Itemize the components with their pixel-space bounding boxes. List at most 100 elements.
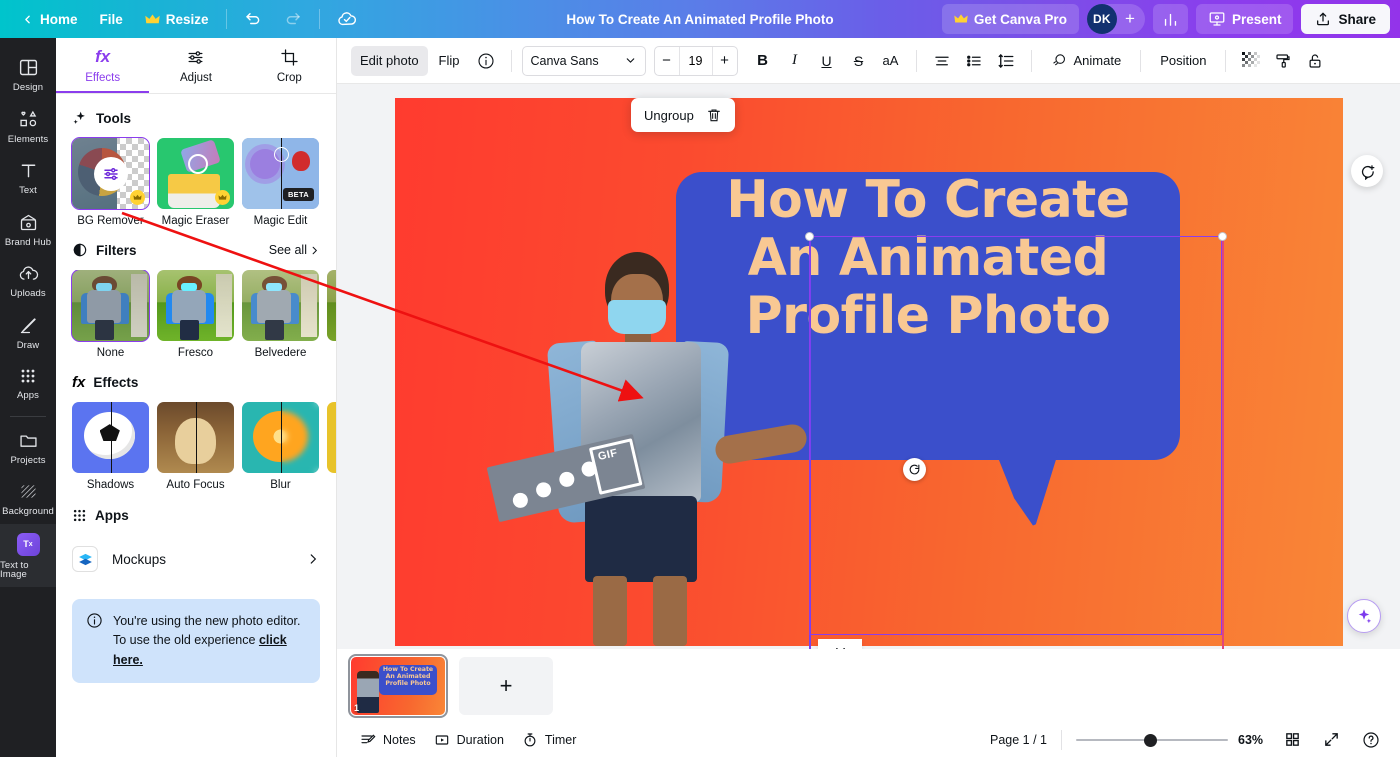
tab-effects[interactable]: fx Effects — [56, 38, 150, 93]
filter-next-partial[interactable] — [327, 270, 336, 359]
redo-button[interactable] — [273, 5, 313, 33]
font-size-input[interactable]: 19 — [678, 46, 713, 75]
font-size-increase-button[interactable]: + — [713, 47, 737, 75]
info-button[interactable] — [471, 46, 501, 76]
animate-button[interactable]: Animate — [1042, 46, 1131, 76]
fullscreen-button[interactable] — [1317, 726, 1346, 754]
add-collaborator-button[interactable]: + — [1117, 4, 1143, 34]
sidebar-item-text-to-image[interactable]: Tx Text to Image — [0, 523, 56, 587]
add-page-button[interactable]: + — [459, 656, 553, 715]
present-button[interactable]: Present — [1195, 4, 1294, 34]
effect-thumbnail[interactable] — [242, 402, 319, 473]
preview-pillar — [300, 274, 318, 337]
tool-thumbnail[interactable] — [157, 138, 234, 209]
sidebar-item-draw[interactable]: Draw — [0, 306, 56, 358]
share-button[interactable]: Share — [1301, 4, 1390, 34]
notes-button[interactable]: Notes — [351, 726, 425, 754]
font-size-decrease-button[interactable]: − — [655, 47, 679, 75]
ungroup-toolbar[interactable]: Ungroup — [631, 98, 735, 132]
bold-button[interactable]: B — [748, 46, 778, 76]
zoom-slider[interactable] — [1076, 732, 1228, 748]
duration-button[interactable]: Duration — [425, 726, 513, 754]
filter-none[interactable]: None — [71, 270, 150, 359]
tool-magic-eraser[interactable]: Magic Eraser — [157, 138, 234, 227]
undo-button[interactable] — [233, 5, 273, 33]
sidebar-item-apps[interactable]: Apps — [0, 357, 56, 408]
tab-adjust[interactable]: Adjust — [149, 38, 242, 93]
underline-button[interactable]: U — [812, 46, 842, 76]
rotate-handle-inline[interactable] — [903, 458, 926, 481]
timer-button[interactable]: Timer — [513, 726, 585, 754]
effect-thumbnail[interactable] — [327, 402, 336, 473]
selection-handle-top-left[interactable] — [805, 232, 814, 241]
effect-blur[interactable]: Blur — [242, 402, 319, 491]
tab-crop[interactable]: Crop — [243, 38, 336, 93]
insights-button[interactable] — [1152, 4, 1188, 34]
filter-thumbnail[interactable] — [71, 270, 150, 342]
sidebar-item-brand-hub[interactable]: Brand Hub — [0, 203, 56, 255]
design-canvas[interactable]: GIF How To Create An Animated Profile Ph… — [395, 98, 1343, 646]
sidebar-item-background[interactable]: Background — [0, 472, 56, 524]
line-spacing-button[interactable] — [991, 46, 1021, 76]
sidebar-item-elements[interactable]: Elements — [0, 100, 56, 152]
add-comment-button[interactable] — [1351, 155, 1383, 187]
italic-button[interactable]: I — [780, 46, 810, 76]
grid-view-button[interactable] — [1278, 726, 1307, 754]
filter-thumbnail[interactable] — [157, 270, 234, 341]
magic-assistant-button[interactable] — [1347, 599, 1381, 633]
filters-section-header: Filters See all — [56, 240, 336, 260]
tool-thumbnail[interactable] — [71, 137, 150, 210]
sidebar-item-uploads[interactable]: Uploads — [0, 254, 56, 306]
lock-button[interactable] — [1300, 46, 1330, 76]
get-canva-pro-label: Get Canva Pro — [973, 11, 1067, 27]
tool-bg-remover[interactable]: BG Remover — [71, 137, 150, 227]
get-canva-pro-button[interactable]: Get Canva Pro — [941, 4, 1079, 34]
design-text-line-2[interactable]: An Animated — [684, 232, 1173, 284]
effect-thumbnail[interactable] — [72, 402, 149, 473]
edit-photo-button[interactable]: Edit photo — [351, 45, 428, 76]
app-item-mockups[interactable]: Mockups — [56, 535, 336, 581]
selection-handle-top-right[interactable] — [1218, 232, 1227, 241]
filter-fresco[interactable]: Fresco — [157, 270, 234, 359]
document-title[interactable]: How To Create An Animated Profile Photo — [556, 8, 843, 31]
filter-thumbnail[interactable] — [327, 270, 336, 341]
tool-thumbnail[interactable]: BETA — [242, 138, 319, 209]
avatar[interactable]: DK — [1086, 4, 1117, 34]
design-text-line-1[interactable]: How To Create — [684, 174, 1173, 226]
font-family-select[interactable]: Canva Sans — [521, 45, 646, 76]
effect-thumbnail[interactable] — [157, 402, 234, 473]
file-button[interactable]: File — [89, 5, 134, 33]
help-button[interactable] — [1356, 726, 1386, 754]
effect-shadows[interactable]: Shadows — [72, 402, 149, 491]
clapper-dot — [534, 480, 553, 499]
apps-section-header: Apps — [56, 505, 336, 525]
position-button[interactable]: Position — [1151, 46, 1215, 76]
clapper-dot — [511, 491, 530, 510]
design-text-line-3[interactable]: Profile Photo — [684, 290, 1173, 342]
duration-label: Duration — [456, 732, 504, 747]
text-align-button[interactable] — [927, 46, 957, 76]
filter-belvedere[interactable]: Belvedere — [242, 270, 319, 359]
sidebar-item-design[interactable]: Design — [0, 48, 56, 100]
strikethrough-button[interactable]: S — [844, 46, 874, 76]
resize-button[interactable]: Resize — [134, 5, 220, 33]
zoom-slider-knob[interactable] — [1144, 733, 1157, 747]
thumb-text: How To Create An Animated Profile Photo — [382, 665, 434, 688]
filter-thumbnail[interactable] — [242, 270, 319, 341]
effect-next-partial[interactable] — [327, 402, 336, 491]
home-button[interactable]: Home — [10, 5, 89, 33]
page-thumbnail[interactable]: How To Create An Animated Profile Photo … — [348, 653, 448, 718]
font-size-stepper[interactable]: − 19 + — [653, 45, 738, 76]
transparency-button[interactable] — [1236, 46, 1266, 76]
list-button[interactable] — [959, 46, 989, 76]
filters-see-all-button[interactable]: See all — [269, 243, 320, 257]
cloud-saved-button[interactable] — [326, 5, 368, 33]
tool-magic-edit[interactable]: BETA Magic Edit — [242, 138, 319, 227]
sidebar-item-text[interactable]: Text — [0, 151, 56, 203]
copy-style-button[interactable] — [1268, 46, 1298, 76]
flip-button[interactable]: Flip — [430, 46, 469, 76]
delete-button[interactable] — [706, 107, 722, 123]
letter-case-button[interactable]: aA — [876, 46, 906, 76]
sidebar-item-projects[interactable]: Projects — [0, 421, 56, 473]
effect-auto-focus[interactable]: Auto Focus — [157, 402, 234, 491]
